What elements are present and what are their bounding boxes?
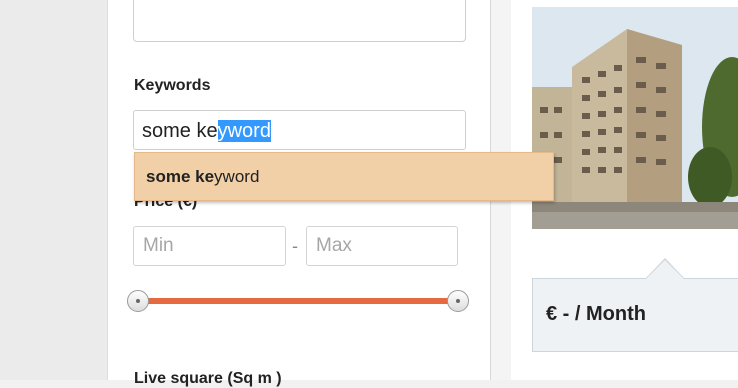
keywords-input-text: some ke bbox=[142, 120, 218, 142]
autocomplete-suggestion[interactable]: some keyword bbox=[134, 152, 554, 201]
range-separator: - bbox=[292, 236, 298, 256]
building-image bbox=[532, 7, 738, 229]
slider-max-handle[interactable] bbox=[447, 290, 469, 312]
listing-price: € - / Month bbox=[546, 303, 646, 325]
keywords-input-selection: yword bbox=[217, 120, 271, 142]
price-slider-track[interactable] bbox=[139, 298, 459, 304]
live-area-label: Live square (Sq m ) bbox=[134, 370, 282, 387]
top-text-field[interactable] bbox=[133, 0, 466, 42]
slider-min-handle[interactable] bbox=[127, 290, 149, 312]
price-min-input[interactable]: Min bbox=[133, 226, 286, 266]
price-max-input[interactable]: Max bbox=[306, 226, 458, 266]
left-gutter bbox=[0, 0, 107, 380]
suggestion-rest: yword bbox=[214, 167, 260, 186]
card-arrow-inner bbox=[646, 260, 684, 279]
property-photo[interactable] bbox=[532, 7, 738, 229]
suggestion-match: some ke bbox=[146, 167, 215, 186]
keywords-label: Keywords bbox=[134, 77, 211, 94]
keywords-input[interactable]: some keyword bbox=[133, 110, 466, 150]
